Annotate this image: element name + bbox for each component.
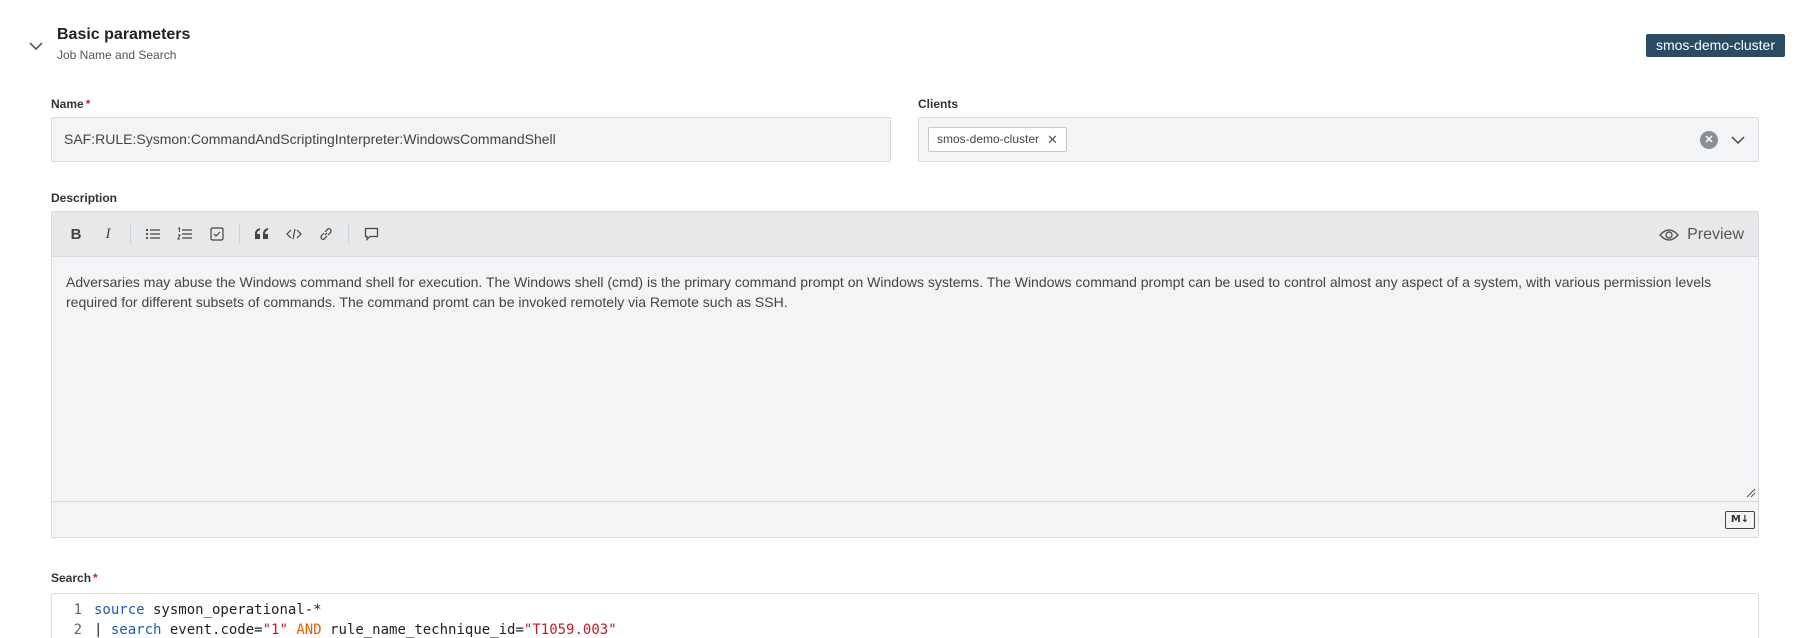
code-token: event.code=	[161, 622, 263, 638]
numbered-list-icon	[177, 227, 192, 240]
code-token: source	[94, 602, 145, 618]
link-button[interactable]	[310, 218, 342, 250]
name-label: Name *	[51, 97, 90, 111]
chevron-down-icon[interactable]	[27, 37, 45, 55]
code-token: |	[94, 622, 111, 638]
clients-label: Clients	[918, 97, 959, 111]
code-button[interactable]	[278, 218, 310, 250]
code-line: 1 source sysmon_operational-*	[52, 600, 1758, 620]
italic-button[interactable]: I	[92, 218, 124, 250]
code-icon	[286, 228, 302, 240]
section-heading: Basic parameters Job Name and Search	[57, 24, 190, 62]
toolbar-divider	[348, 224, 349, 244]
line-number: 2	[73, 622, 82, 638]
code-token: rule_name_technique_id=	[321, 622, 524, 638]
numbered-list-button[interactable]	[169, 218, 201, 250]
bullet-list-button[interactable]	[137, 218, 169, 250]
section-title: Basic parameters	[57, 26, 191, 43]
chip-remove-icon[interactable]: ✕	[1047, 128, 1058, 151]
code-token: "1"	[262, 622, 288, 638]
code-token: sysmon_operational-*	[144, 602, 322, 618]
name-input[interactable]: SAF:RULE:Sysmon:CommandAndScriptingInter…	[51, 117, 891, 162]
resize-handle-icon[interactable]	[1746, 488, 1756, 498]
clear-icon[interactable]: ✕	[1700, 131, 1718, 149]
markdown-icon: M↓	[1725, 511, 1755, 529]
comment-icon	[364, 227, 378, 241]
client-chip-label: smos-demo-cluster	[937, 132, 1040, 146]
toolbar-divider	[239, 224, 240, 244]
section-header[interactable]: Basic parameters Job Name and Search	[27, 24, 190, 62]
name-label-text: Name	[51, 97, 84, 111]
code-line: 2 | search event.code= "1" AND rule_name_t…	[52, 620, 1758, 638]
code-token: AND	[287, 622, 322, 638]
required-mark: *	[85, 97, 91, 111]
client-chip: smos-demo-cluster ✕	[928, 127, 1067, 152]
preview-button[interactable]: Preview	[1659, 212, 1744, 257]
search-label-text: Search	[51, 571, 92, 585]
section-subtitle: Job Name and Search	[57, 48, 177, 62]
quote-icon	[255, 228, 268, 239]
editor-footer: M↓	[52, 501, 1758, 537]
toolbar-divider	[130, 224, 131, 244]
comment-button[interactable]	[355, 218, 387, 250]
cluster-badge: smos-demo-cluster	[1645, 34, 1785, 57]
bullet-list-icon	[145, 228, 160, 240]
code-token: "T1059.003"	[523, 622, 617, 638]
preview-label: Preview	[1687, 225, 1744, 243]
quote-button[interactable]	[246, 218, 278, 250]
line-number: 1	[73, 602, 82, 618]
search-label: Search *	[51, 571, 98, 585]
clients-select[interactable]: smos-demo-cluster ✕ ✕	[918, 117, 1759, 162]
search-code-editor[interactable]: 1 source sysmon_operational-* 2 | search ev…	[51, 593, 1759, 638]
required-mark: *	[93, 571, 98, 585]
bold-button[interactable]: B	[60, 218, 92, 250]
description-editor: B I Preview Adversaries may abuse the Wi…	[51, 211, 1759, 538]
editor-toolbar: B I Preview	[52, 212, 1758, 257]
code-token: search	[110, 622, 162, 638]
checklist-button[interactable]	[201, 218, 233, 250]
description-textarea[interactable]: Adversaries may abuse the Windows comman…	[52, 257, 1758, 501]
dropdown-chevron-icon[interactable]	[1730, 132, 1746, 148]
link-icon	[320, 228, 332, 240]
description-label: Description	[51, 191, 118, 205]
eye-icon	[1659, 228, 1680, 241]
checkbox-list-icon	[210, 227, 224, 241]
